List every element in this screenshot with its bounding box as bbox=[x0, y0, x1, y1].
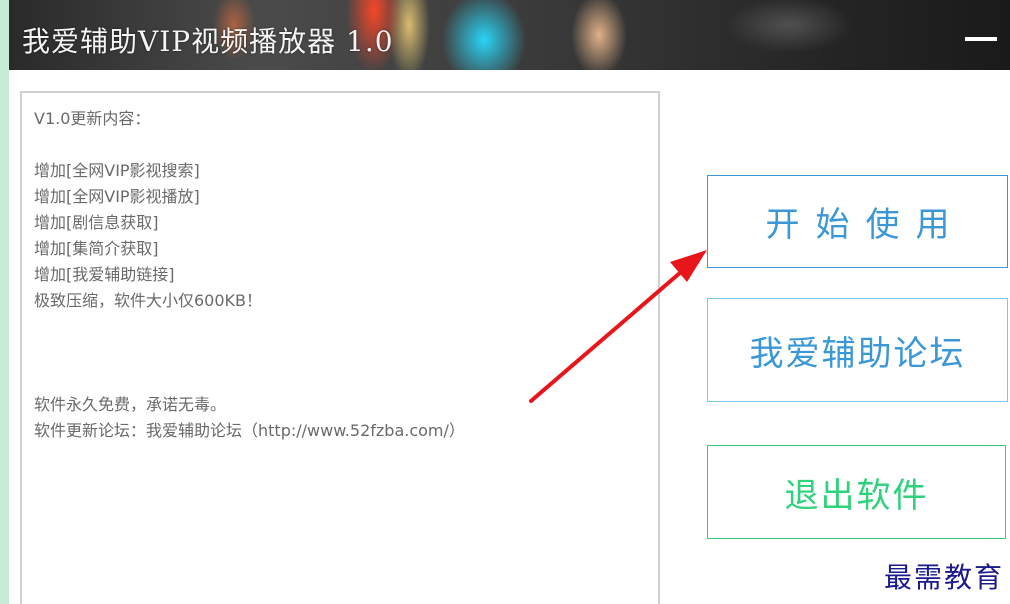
changelog-line bbox=[34, 366, 658, 392]
changelog-line bbox=[34, 340, 658, 366]
minimize-icon bbox=[965, 37, 997, 41]
changelog-panel[interactable]: V1.0更新内容： 增加[全网VIP影视搜索] 增加[全网VIP影视播放] 增加… bbox=[20, 91, 660, 604]
changelog-line: 增加[我爱辅助链接] bbox=[34, 265, 175, 284]
start-button[interactable]: 开始使用 bbox=[707, 175, 1008, 268]
changelog-line: 软件更新论坛：我爱辅助论坛（http://www.52fzba.com/） bbox=[34, 421, 465, 440]
window-title: 我爱辅助VIP视频播放器 1.0 bbox=[22, 25, 394, 58]
watermark-text: 最需教育 bbox=[883, 561, 1004, 594]
changelog-line: 增加[全网VIP影视搜索] bbox=[34, 161, 200, 180]
changelog-line: V1.0更新内容： bbox=[34, 109, 151, 128]
changelog-line bbox=[34, 314, 658, 340]
changelog-line: 增加[剧信息获取] bbox=[34, 213, 159, 232]
forum-button[interactable]: 我爱辅助论坛 bbox=[707, 298, 1008, 402]
changelog-line: 极致压缩，软件大小仅600KB！ bbox=[34, 291, 263, 310]
app-window: 我爱辅助VIP视频播放器 1.0 V1.0更新内容： 增加[全网VIP影视搜索]… bbox=[0, 0, 1010, 604]
annotation-arrow-head bbox=[670, 250, 707, 282]
title-bar[interactable]: 我爱辅助VIP视频播放器 1.0 bbox=[9, 0, 1010, 70]
changelog-line bbox=[34, 132, 658, 158]
changelog-line: 增加[集简介获取] bbox=[34, 239, 159, 258]
changelog-line: 增加[全网VIP影视播放] bbox=[34, 187, 200, 206]
window-left-accent bbox=[0, 0, 9, 604]
exit-button[interactable]: 退出软件 bbox=[707, 445, 1006, 539]
changelog-line: 软件永久免费，承诺无毒。 bbox=[34, 395, 227, 414]
minimize-button[interactable] bbox=[962, 22, 1000, 52]
